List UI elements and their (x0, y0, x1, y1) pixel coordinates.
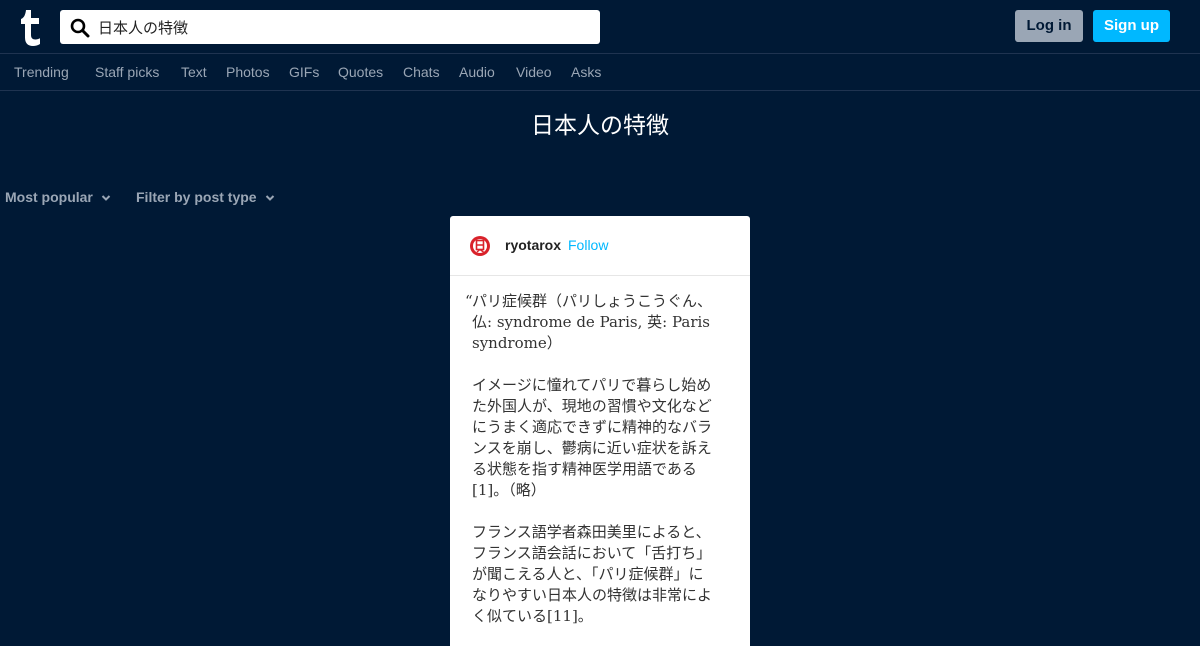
sort-dropdown[interactable]: Most popular (5, 188, 111, 206)
post-card: ryotarox Follow “ パリ症候群（パリしょうこうぐん、 仏: sy… (450, 216, 750, 646)
page-title: 日本人の特徴 (531, 113, 669, 139)
login-button[interactable]: Log in (1015, 10, 1083, 42)
post-type-filter-label: Filter by post type (136, 189, 257, 205)
tumblr-logo-icon[interactable] (20, 10, 44, 46)
post-type-filter-dropdown[interactable]: Filter by post type (136, 188, 275, 206)
post-header: ryotarox Follow (450, 216, 750, 276)
signup-button[interactable]: Sign up (1093, 10, 1170, 42)
nav-staff-picks[interactable]: Staff picks (95, 64, 159, 81)
follow-button[interactable]: Follow (568, 237, 608, 254)
quote-body: “ パリ症候群（パリしょうこうぐん、 仏: syndrome de Paris,… (465, 291, 735, 646)
nav-asks[interactable]: Asks (571, 64, 601, 81)
nav-audio[interactable]: Audio (459, 64, 495, 81)
quote-mark: “ (465, 292, 473, 310)
top-bar: Log in Sign up (0, 0, 1200, 54)
quote-paragraph: パリ症候群（パリしょうこうぐん、 仏: syndrome de Paris, 英… (472, 292, 713, 352)
search-box[interactable] (60, 10, 600, 44)
nav-photos[interactable]: Photos (226, 64, 270, 81)
nav-chats[interactable]: Chats (403, 64, 440, 81)
post-author-name[interactable]: ryotarox (505, 237, 561, 254)
search-icon[interactable] (70, 18, 90, 38)
sort-label: Most popular (5, 189, 93, 205)
post-type-nav: Trending Staff picks Text Photos GIFs Qu… (0, 54, 1200, 91)
search-input[interactable] (98, 10, 588, 44)
nav-gifs[interactable]: GIFs (289, 64, 319, 81)
chevron-down-icon (101, 195, 111, 202)
nav-quotes[interactable]: Quotes (338, 64, 383, 81)
nav-text[interactable]: Text (181, 64, 207, 81)
quote-paragraph: イメージに憧れてパリで暮らし始め た外国人が、現地の習慣や文化など にうまく適応… (472, 376, 713, 499)
quote-paragraph: フランス語学者森田美里によると、 フランス語会話において「舌打ち」 が聞こえる人… (472, 523, 713, 625)
avatar-icon[interactable] (469, 235, 491, 257)
chevron-down-icon (265, 195, 274, 202)
nav-trending[interactable]: Trending (14, 64, 69, 81)
nav-video[interactable]: Video (516, 64, 552, 81)
